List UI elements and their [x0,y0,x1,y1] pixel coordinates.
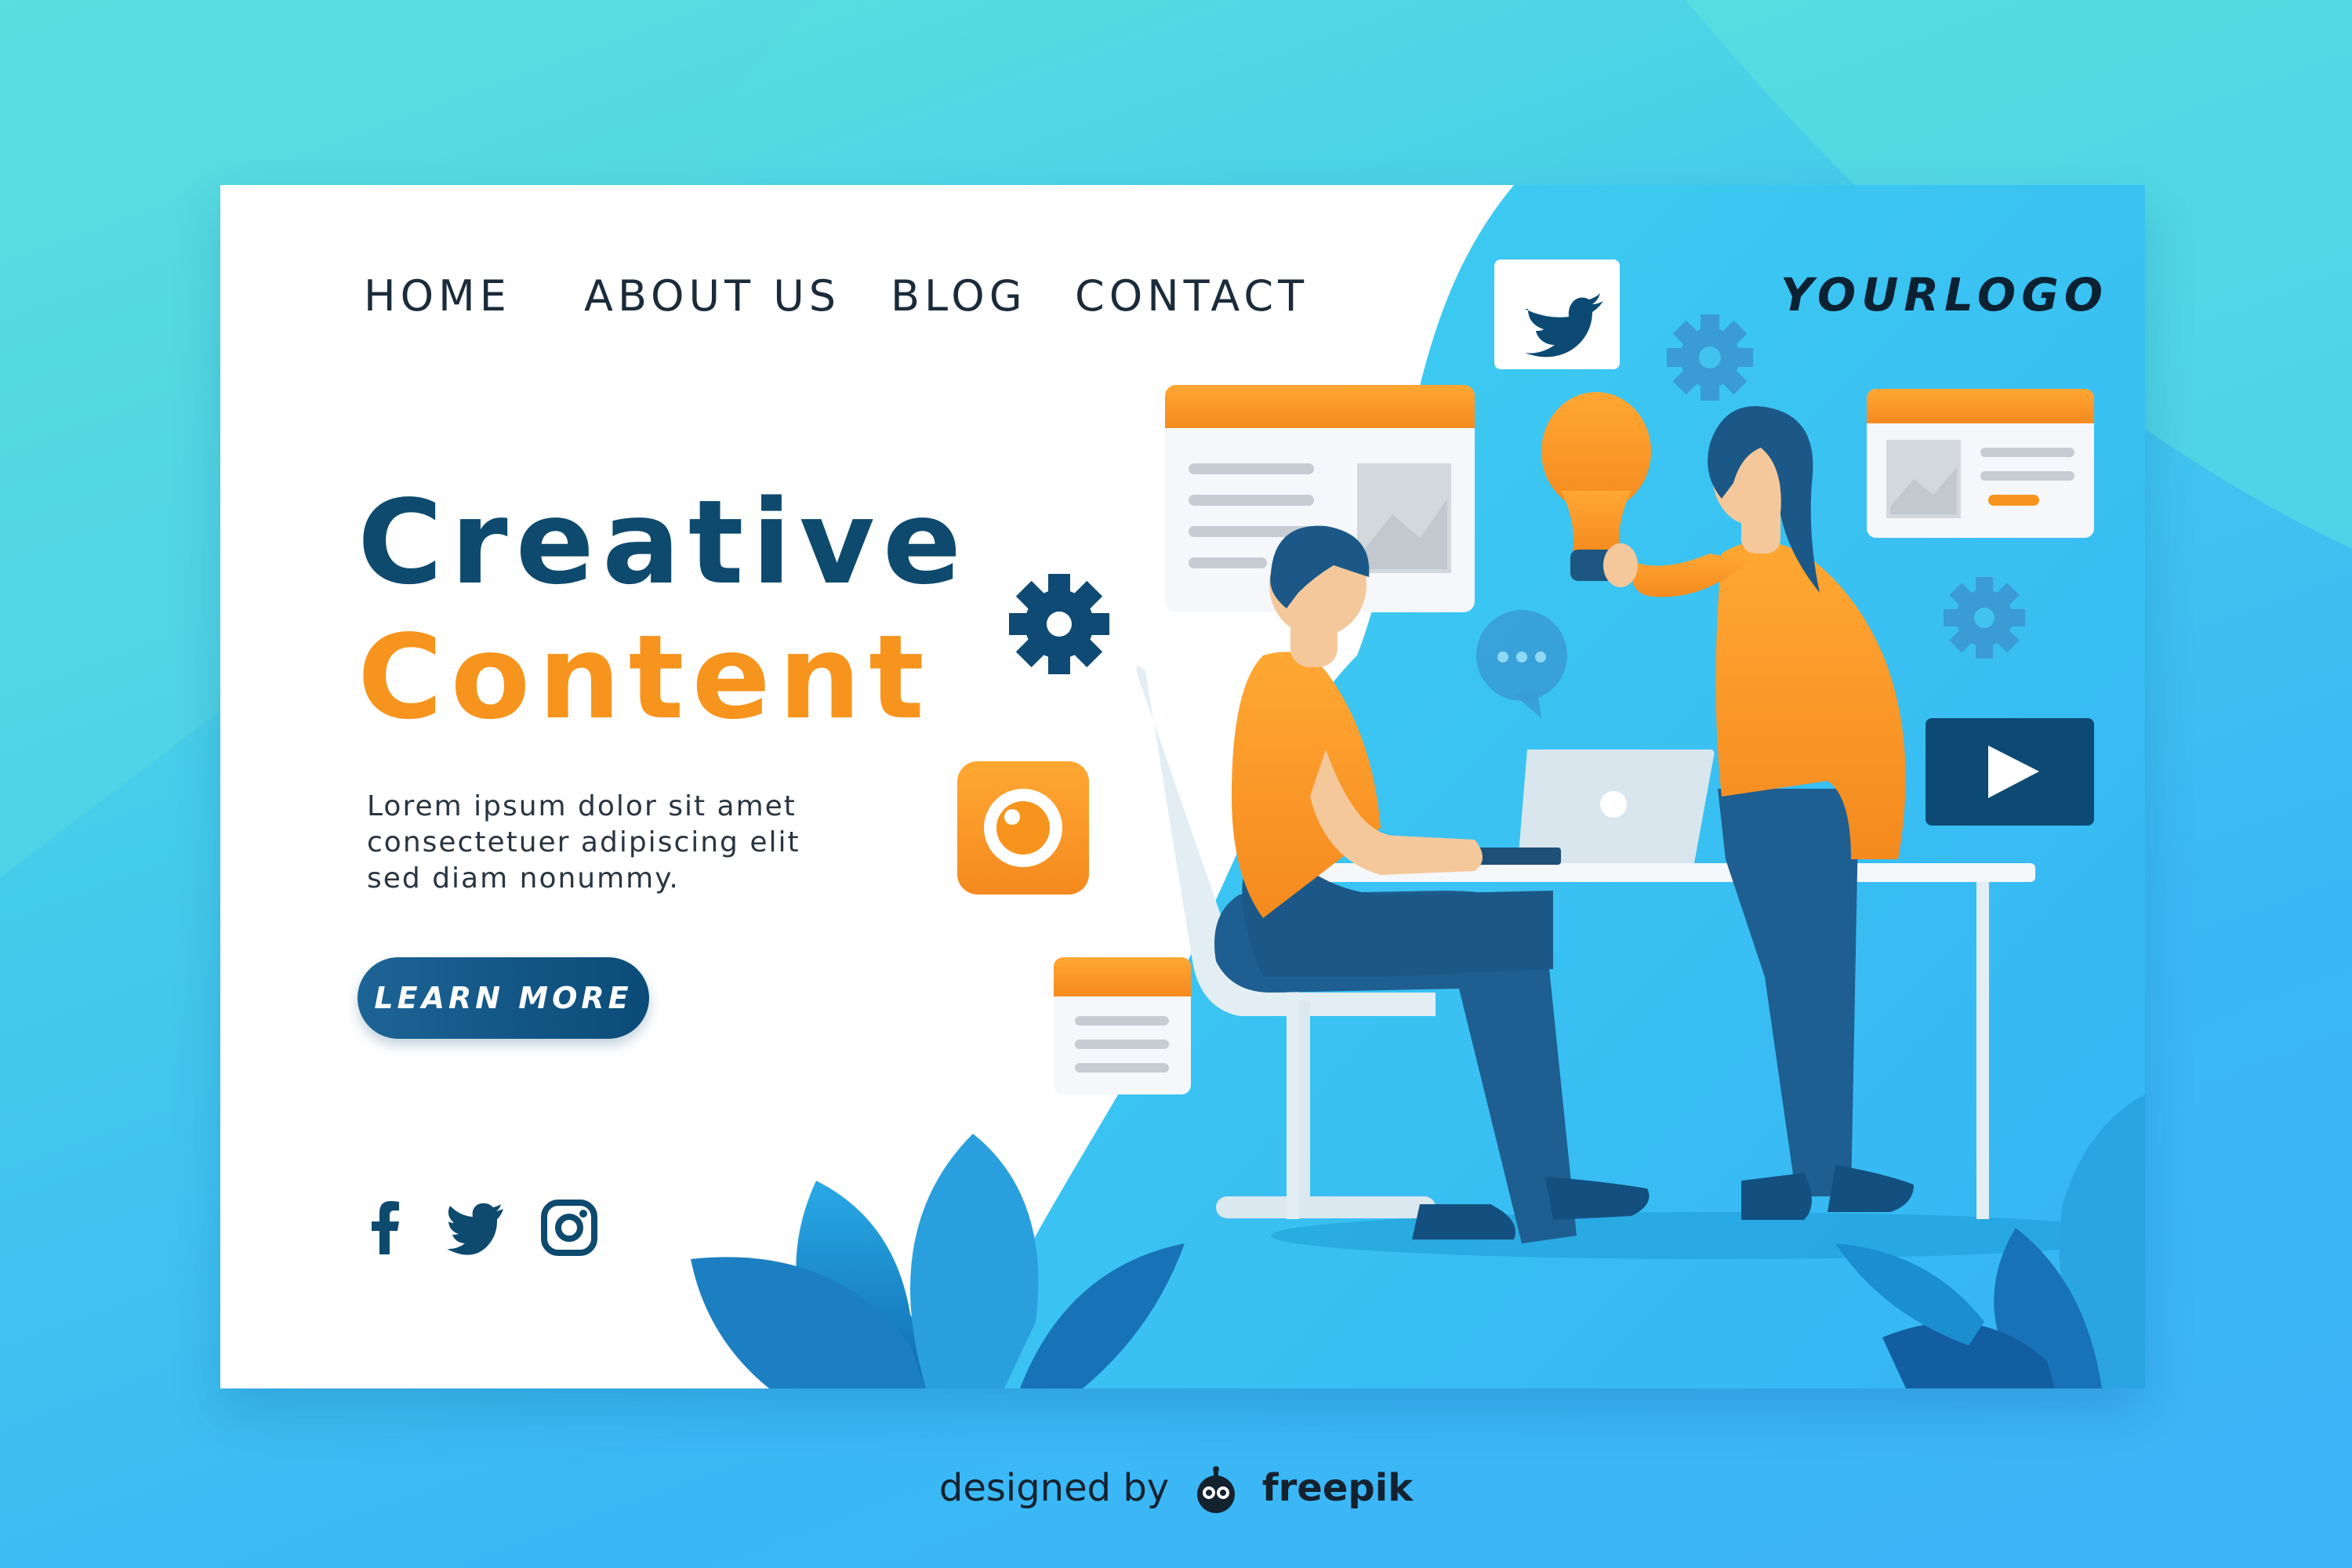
text-card-icon [1054,957,1191,1094]
hero-description-line: Lorem ipsum dolor sit amet [367,790,797,822]
main-nav: HOME ABOUT US BLOG CONTACT [220,271,1396,321]
landing-card: HOME ABOUT US BLOG CONTACT YOURLOGO Crea… [220,185,2145,1388]
instagram-icon[interactable] [538,1196,601,1259]
site-logo[interactable]: YOURLOGO [1780,268,2108,321]
nav-contact[interactable]: CONTACT [1075,271,1308,321]
hero-title-line1: Creative [358,475,970,610]
gear-icon [1944,577,2025,659]
hero-description: Lorem ipsum dolor sit amet consectetuer … [367,789,837,897]
freepik-logo-icon [1197,1466,1236,1513]
nav-home[interactable]: HOME [364,271,511,321]
twitter-icon [1494,260,1620,369]
image-card-icon [1867,389,2094,538]
camera-icon [957,761,1089,895]
footer-brand[interactable]: freepik [1262,1466,1413,1510]
hero-title: Creative Content [358,475,969,745]
hero-title-line2: Content [358,610,932,745]
play-icon [1926,718,2094,826]
nav-about-us[interactable]: ABOUT US [584,271,840,321]
facebook-icon[interactable] [354,1196,416,1259]
hero-illustration [691,185,2145,1388]
twitter-icon[interactable] [444,1196,506,1259]
footer-prefix: designed by [938,1466,1170,1510]
gear-icon [1009,574,1109,674]
hero-description-line: sed diam nonummy. [367,862,680,895]
nav-blog[interactable]: BLOG [891,271,1027,321]
gear-icon [1667,314,1753,401]
hero-description-line: consectetuer adipiscing elit [367,826,800,858]
footer-credit: designed by freepik [0,1466,2352,1515]
learn-more-button[interactable]: LEARN MORE [358,957,649,1039]
